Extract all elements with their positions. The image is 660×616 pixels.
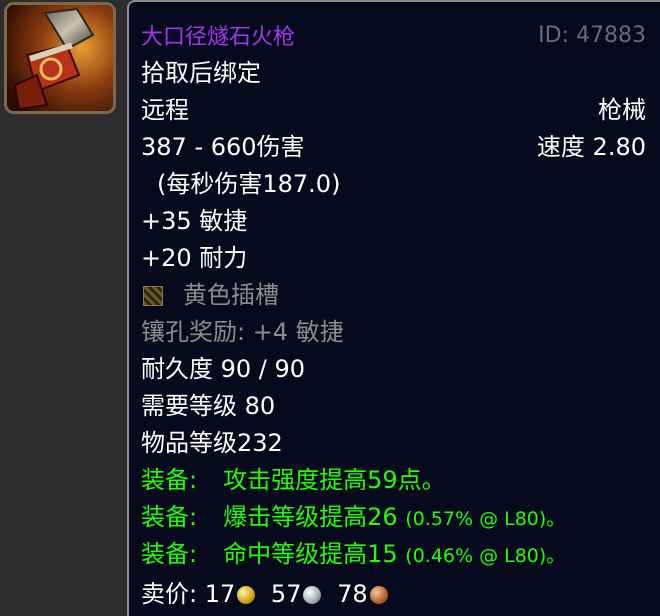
equip-effect: 装备: 爆击等级提高26 (0.57% @ L80)。 bbox=[141, 499, 648, 535]
equip-prefix: 装备: bbox=[141, 503, 198, 531]
item-title-row: 大口径燧石火枪 ID: 47883 bbox=[141, 18, 648, 54]
socket-label: 黄色插槽 bbox=[183, 281, 279, 309]
equip-effect: 装备: 命中等级提高15 (0.46% @ L80)。 bbox=[141, 536, 648, 572]
gold-coin-icon bbox=[237, 586, 256, 604]
yellow-socket-icon bbox=[143, 286, 163, 306]
equip-rating-percent: (0.46% @ L80)。 bbox=[405, 545, 566, 567]
dps-text: (每秒伤害187.0) bbox=[157, 170, 341, 198]
damage-text: 387 - 660伤害 bbox=[141, 133, 305, 161]
damage-row: 387 - 660伤害 速度 2.80 bbox=[141, 129, 648, 165]
silver-coin-icon bbox=[303, 586, 322, 604]
equip-text: 爆击等级提高26 bbox=[223, 503, 398, 531]
gold-amount: 17 bbox=[204, 580, 236, 608]
stat-line: +20 耐力 bbox=[141, 244, 248, 272]
slot-row: 远程 枪械 bbox=[141, 92, 648, 128]
equip-text: 命中等级提高15 bbox=[223, 540, 398, 568]
speed-text: 速度 2.80 bbox=[536, 133, 646, 161]
socket-row: 黄色插槽 bbox=[141, 277, 648, 313]
item-tooltip-screen: 大口径燧石火枪 ID: 47883 拾取后绑定 远程 枪械 387 - 660伤… bbox=[0, 0, 660, 616]
item-tooltip: 大口径燧石火枪 ID: 47883 拾取后绑定 远程 枪械 387 - 660伤… bbox=[127, 0, 660, 616]
item-name[interactable]: 大口径燧石火枪 bbox=[141, 25, 295, 50]
equip-prefix: 装备: bbox=[141, 540, 198, 568]
copper-coin-icon bbox=[369, 586, 388, 604]
equip-effect: 装备: 攻击强度提高59点。 bbox=[141, 462, 648, 498]
equip-rating-percent: (0.57% @ L80)。 bbox=[405, 508, 566, 530]
required-level-text: 需要等级 80 bbox=[141, 392, 276, 420]
socket-bonus-text: 镶孔奖励: +4 敏捷 bbox=[141, 318, 344, 346]
flintlock-gun-icon[interactable] bbox=[4, 2, 116, 114]
silver-amount: 57 bbox=[270, 580, 302, 608]
sell-price-row: 卖价: 17 57 78 bbox=[141, 576, 648, 612]
item-level-text: 物品等级232 bbox=[141, 429, 283, 457]
stat-line: +35 敏捷 bbox=[141, 207, 248, 235]
item-id: ID: 47883 bbox=[538, 23, 646, 48]
equip-text: 攻击强度提高59点。 bbox=[223, 466, 446, 494]
weapon-type-text: 枪械 bbox=[598, 96, 646, 124]
copper-amount: 78 bbox=[337, 580, 368, 608]
durability-text: 耐久度 90 / 90 bbox=[141, 355, 306, 383]
sell-price-label: 卖价: bbox=[141, 580, 198, 608]
binding-text: 拾取后绑定 bbox=[141, 59, 261, 87]
slot-text: 远程 bbox=[141, 96, 189, 124]
equip-prefix: 装备: bbox=[141, 466, 198, 494]
